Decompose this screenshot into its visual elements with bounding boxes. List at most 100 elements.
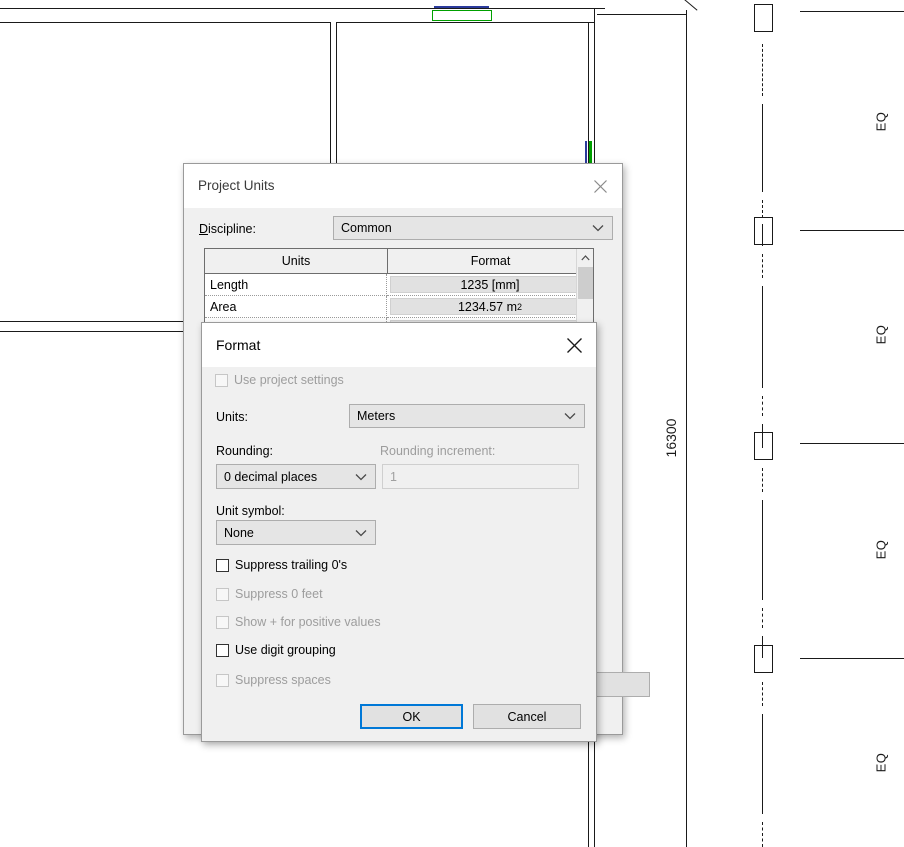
grid-marker[interactable] <box>754 4 773 32</box>
rounding-select[interactable]: 0 decimal places <box>216 464 376 489</box>
reference-line-segment <box>762 44 763 96</box>
project-units-titlebar[interactable]: Project Units <box>184 164 622 208</box>
format-superscript: 2 <box>517 301 523 312</box>
reference-line-segment <box>762 200 763 218</box>
checkbox-box[interactable] <box>216 558 229 572</box>
unit-symbol-select-value: None <box>224 525 254 540</box>
checkbox-label: Show + for positive values <box>235 615 381 629</box>
checkbox-box <box>216 587 229 601</box>
format-button[interactable]: 1234.57 m2 <box>390 298 590 315</box>
discipline-select-value: Common <box>341 221 392 235</box>
reference-line-segment <box>762 104 763 192</box>
dimension-value-text[interactable]: 16300 <box>663 408 679 468</box>
wall-line <box>0 321 190 322</box>
dimension-tick-line <box>800 658 904 659</box>
format-value: 1234.57 m <box>457 299 518 314</box>
checkbox-label: Use project settings <box>234 373 344 387</box>
column-header-units: Units <box>205 249 388 273</box>
discipline-select[interactable]: Common <box>333 216 613 240</box>
grid-marker[interactable] <box>754 432 773 460</box>
scroll-thumb[interactable] <box>578 267 593 299</box>
units-label: Units: <box>216 410 248 424</box>
checkbox-label: Suppress trailing 0's <box>235 558 348 572</box>
chevron-down-icon <box>592 221 604 235</box>
close-icon[interactable] <box>578 164 622 208</box>
dimension-tick-slash <box>678 0 698 11</box>
close-icon[interactable] <box>552 323 596 367</box>
selected-element-marker[interactable] <box>589 141 592 163</box>
units-select-value: Meters <box>357 409 396 423</box>
format-title: Format <box>216 337 261 353</box>
checkbox-box <box>216 615 229 629</box>
discipline-label-accelerator: D <box>199 222 209 236</box>
discipline-label-rest: iscipline: <box>208 222 256 236</box>
eq-label[interactable]: EQ <box>874 748 889 778</box>
suppress-trailing-zeros-checkbox[interactable]: Suppress trailing 0's <box>216 558 347 572</box>
dimension-tick-line <box>800 443 904 444</box>
reference-line-segment <box>762 286 763 388</box>
format-titlebar[interactable]: Format <box>202 323 596 367</box>
row-format-cell[interactable]: 1234.57 m2 <box>387 296 593 318</box>
reference-line-segment <box>762 500 763 600</box>
row-units-label: Length <box>205 274 387 296</box>
wall-line <box>594 8 595 162</box>
ok-button[interactable]: OK <box>360 704 463 729</box>
chevron-down-icon <box>355 526 367 540</box>
checkbox-label: Suppress 0 feet <box>235 587 323 601</box>
rounding-label: Rounding: <box>216 444 273 458</box>
checkbox-label: Use digit grouping <box>235 643 336 657</box>
format-button[interactable]: 1235 [mm] <box>390 276 590 293</box>
table-row[interactable]: Area 1234.57 m2 <box>205 296 593 318</box>
use-digit-grouping-checkbox[interactable]: Use digit grouping <box>216 643 336 657</box>
show-plus-for-positive-values-checkbox: Show + for positive values <box>216 615 381 629</box>
selected-window-blue-line <box>434 6 489 8</box>
cancel-button[interactable]: Cancel <box>473 704 581 729</box>
discipline-label: Discipline: <box>199 222 256 236</box>
units-select[interactable]: Meters <box>349 404 585 428</box>
unit-symbol-label: Unit symbol: <box>216 504 285 518</box>
grid-marker[interactable] <box>754 217 773 245</box>
checkbox-box <box>216 673 229 687</box>
rounding-select-value: 0 decimal places <box>224 469 318 484</box>
reference-line-segment <box>762 714 763 814</box>
wall-line <box>588 740 589 847</box>
selected-window-outline[interactable] <box>432 10 492 21</box>
suppress-zero-feet-checkbox: Suppress 0 feet <box>216 587 323 601</box>
chevron-down-icon <box>355 470 367 484</box>
use-project-settings-checkbox: Use project settings <box>215 373 344 387</box>
table-header-row: Units Format <box>205 249 593 274</box>
wall-line <box>594 740 595 847</box>
column-header-format: Format <box>470 254 511 268</box>
row-format-cell[interactable]: 1235 [mm] <box>387 274 593 296</box>
eq-label[interactable]: EQ <box>874 535 889 565</box>
scroll-up-icon[interactable] <box>577 249 593 266</box>
reference-line-segment <box>762 396 763 416</box>
wall-line <box>0 331 190 332</box>
format-dialog[interactable]: Format Use project settings Units: Meter… <box>201 322 597 742</box>
eq-label[interactable]: EQ <box>874 320 889 350</box>
unit-symbol-select[interactable]: None <box>216 520 376 545</box>
checkbox-label: Suppress spaces <box>235 673 331 687</box>
grid-marker[interactable] <box>754 645 773 673</box>
selected-element-marker-blue <box>585 141 587 163</box>
dimension-tick-line <box>800 230 904 231</box>
reference-line-segment <box>762 682 763 706</box>
checkbox-box <box>215 373 228 387</box>
eq-label[interactable]: EQ <box>874 107 889 137</box>
wall-line <box>0 8 605 9</box>
reference-line-segment <box>762 468 763 492</box>
dimension-tick-line <box>800 11 904 12</box>
checkbox-box[interactable] <box>216 643 229 657</box>
rounding-increment-label: Rounding increment: <box>380 444 496 458</box>
wall-line <box>0 22 330 23</box>
wall-line <box>597 14 687 15</box>
suppress-spaces-checkbox: Suppress spaces <box>216 673 331 687</box>
reference-line-segment <box>762 608 763 628</box>
row-units-label: Area <box>205 296 387 318</box>
dimension-witness-line <box>686 10 687 847</box>
table-row[interactable]: Length 1235 [mm] <box>205 274 593 296</box>
rounding-increment-value: 1 <box>390 469 397 484</box>
reference-line-segment <box>762 822 763 847</box>
reference-line-segment <box>762 254 763 278</box>
wall-line <box>336 22 594 23</box>
